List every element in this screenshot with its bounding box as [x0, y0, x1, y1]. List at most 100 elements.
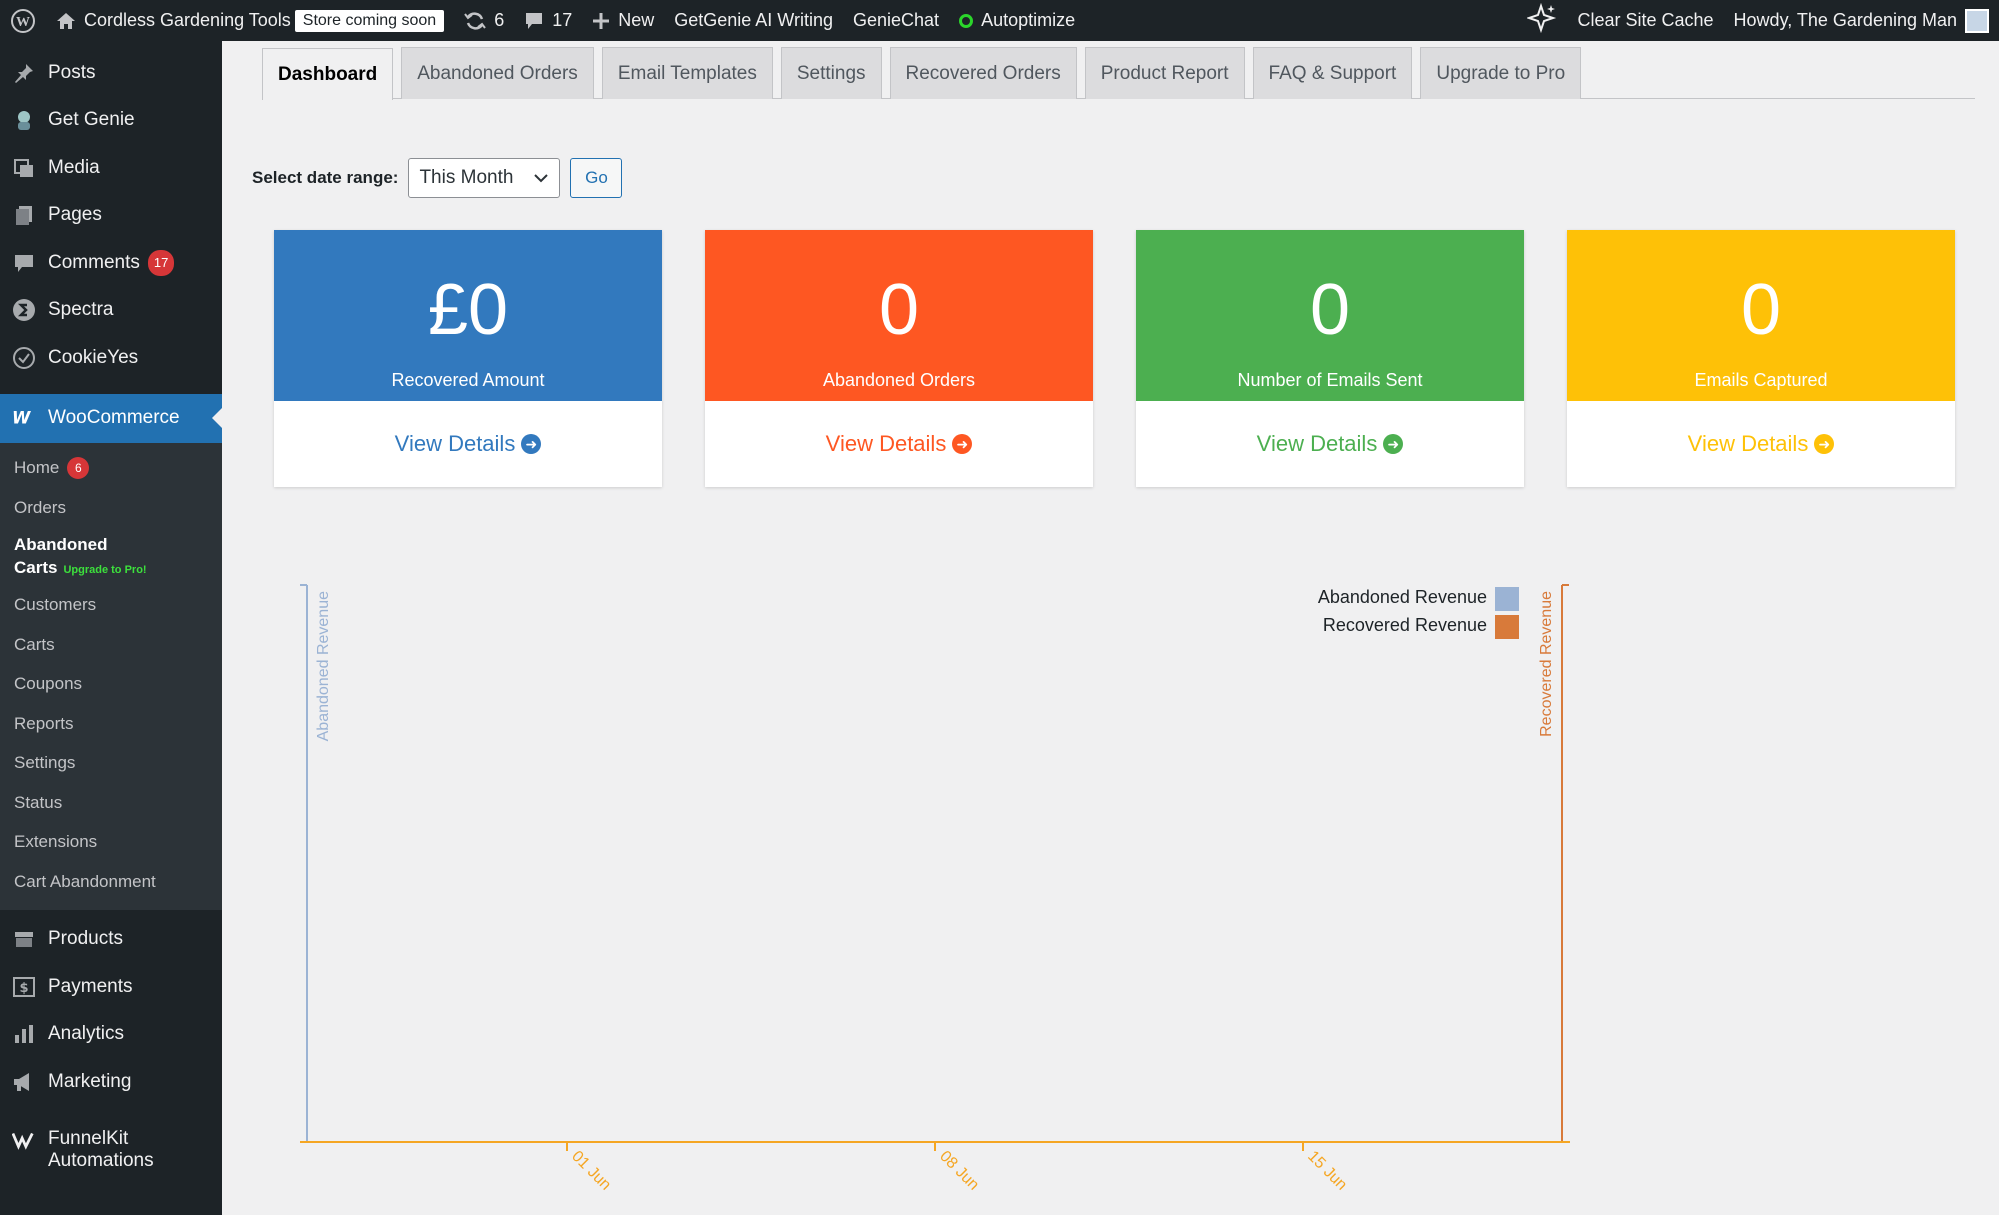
menu-item-payments[interactable]: $ Payments: [0, 963, 222, 1011]
card-recovered-amount: £0 Recovered Amount View Details ➜: [274, 230, 662, 487]
submenu-customers[interactable]: Customers: [0, 586, 222, 626]
card-header: £0 Recovered Amount: [274, 230, 662, 401]
new-content-link[interactable]: New: [582, 0, 664, 41]
menu-item-funnelkit[interactable]: FunnelKit Automations: [0, 1120, 222, 1180]
go-button[interactable]: Go: [570, 158, 623, 198]
tab-product-report[interactable]: Product Report: [1084, 47, 1245, 99]
site-name-link[interactable]: Cordless Gardening Tools Store coming so…: [46, 0, 454, 41]
view-details-link[interactable]: View Details ➜: [705, 401, 1093, 487]
clear-cache-link[interactable]: Clear Site Cache: [1567, 0, 1723, 41]
refresh-icon: [464, 11, 486, 31]
status-ring-icon: [959, 13, 974, 28]
submenu-label: Settings: [14, 753, 76, 773]
arrow-circle-right-icon: ➜: [952, 434, 973, 454]
date-range-value: This Month: [419, 167, 514, 188]
submenu-carts[interactable]: Carts: [0, 625, 222, 665]
menu-item-pages[interactable]: Pages: [0, 192, 222, 240]
comments-link[interactable]: 17: [514, 0, 582, 41]
tab-faq-support[interactable]: FAQ & Support: [1252, 47, 1413, 99]
card-header: 0 Emails Captured: [1567, 230, 1955, 401]
x-axis-ticks: 01 Jun 08 Jun 15 Jun: [566, 1142, 1350, 1194]
tab-recovered-orders[interactable]: Recovered Orders: [889, 47, 1077, 99]
submenu-orders[interactable]: Orders: [0, 488, 222, 528]
date-range-select[interactable]: This Month: [408, 158, 561, 198]
submenu-status[interactable]: Status: [0, 783, 222, 823]
view-details-label: View Details: [1687, 431, 1809, 456]
admin-bar: W Cordless Gardening Tools Store coming …: [0, 0, 1999, 41]
view-details-label: View Details: [394, 431, 516, 456]
menu-label: Comments: [48, 251, 140, 273]
card-label: Emails Captured: [1694, 370, 1828, 390]
tab-dashboard[interactable]: Dashboard: [262, 48, 394, 100]
submenu-coupons[interactable]: Coupons: [0, 665, 222, 705]
menu-item-analytics[interactable]: Analytics: [0, 1011, 222, 1059]
tab-abandoned-orders[interactable]: Abandoned Orders: [401, 47, 594, 99]
submenu-abandoned-carts[interactable]: Abandoned Carts Upgrade to Pro!: [0, 528, 222, 586]
chevron-down-icon: [533, 167, 549, 189]
main-content: Dashboard Abandoned Orders Email Templat…: [222, 41, 1999, 1215]
tab-email-templates[interactable]: Email Templates: [601, 47, 773, 99]
menu-item-cookieyes[interactable]: CookieYes: [0, 334, 222, 382]
media-icon: [12, 156, 36, 180]
howdy-label: Howdy, The Gardening Man: [1733, 10, 1957, 30]
tab-settings[interactable]: Settings: [780, 47, 882, 99]
legend-label-abandoned: Abandoned Revenue: [1318, 587, 1487, 607]
wordpress-logo[interactable]: W: [0, 0, 46, 41]
legend-swatch-recovered: [1495, 615, 1519, 639]
arrow-circle-right-icon: ➜: [521, 434, 542, 454]
submenu-label: Home: [14, 458, 60, 478]
menu-item-get-genie[interactable]: Get Genie: [0, 97, 222, 145]
pages-icon: [12, 203, 36, 227]
view-details-link[interactable]: View Details ➜: [274, 401, 662, 487]
x-tick-label: 15 Jun: [1304, 1148, 1350, 1194]
new-label: New: [618, 10, 655, 30]
comment-bubble-icon: [524, 11, 544, 31]
autoptimize-link[interactable]: Autoptimize: [949, 0, 1085, 41]
store-status-badge[interactable]: Store coming soon: [294, 9, 445, 32]
menu-item-products[interactable]: Products: [0, 916, 222, 964]
menu-label: WooCommerce: [48, 407, 180, 428]
menu-item-media[interactable]: Media: [0, 144, 222, 192]
card-value: £0: [427, 270, 509, 350]
site-name: Cordless Gardening Tools: [84, 10, 291, 30]
card-emails-sent: 0 Number of Emails Sent View Details ➜: [1136, 230, 1524, 487]
geniechat-link[interactable]: GenieChat: [843, 0, 949, 41]
right-y-axis-label: Recovered Revenue: [1538, 591, 1555, 737]
submenu-label: Status: [14, 792, 63, 812]
spectra-icon: [12, 298, 36, 322]
card-label: Recovered Amount: [391, 370, 545, 390]
view-details-link[interactable]: View Details ➜: [1567, 401, 1955, 487]
products-icon: [12, 927, 36, 951]
menu-item-posts[interactable]: Posts: [0, 49, 222, 97]
left-y-axis-label: Abandoned Revenue: [315, 591, 332, 741]
tab-upgrade-to-pro[interactable]: Upgrade to Pro: [1420, 47, 1582, 99]
woocommerce-icon: W: [12, 406, 36, 430]
getgenie-link[interactable]: GetGenie AI Writing: [664, 0, 843, 41]
submenu-cart-abandonment[interactable]: Cart Abandonment: [0, 862, 222, 902]
menu-item-comments[interactable]: Comments 17: [0, 239, 222, 287]
card-emails-captured: 0 Emails Captured View Details ➜: [1567, 230, 1955, 487]
geniechat-label: GenieChat: [853, 10, 940, 30]
legend-label-recovered: Recovered Revenue: [1323, 615, 1487, 635]
menu-label: Pages: [48, 204, 102, 226]
analytics-icon: [12, 1022, 36, 1046]
submenu-reports[interactable]: Reports: [0, 704, 222, 744]
submenu-extensions[interactable]: Extensions: [0, 823, 222, 863]
view-details-link[interactable]: View Details ➜: [1136, 401, 1524, 487]
pin-icon: [12, 61, 36, 85]
menu-item-woocommerce[interactable]: W WooCommerce: [0, 393, 222, 443]
my-account-link[interactable]: Howdy, The Gardening Man: [1724, 0, 1999, 41]
card-header: 0 Abandoned Orders: [705, 230, 1093, 401]
updates-link[interactable]: 6: [454, 0, 514, 41]
upgrade-pro-label[interactable]: Upgrade to Pro!: [63, 564, 146, 576]
ai-sparkle-link[interactable]: [1517, 0, 1567, 41]
menu-label: CookieYes: [48, 346, 139, 368]
woocommerce-submenu: Home 6 Orders Abandoned Carts Upgrade to …: [0, 442, 222, 910]
menu-item-spectra[interactable]: Spectra: [0, 287, 222, 335]
x-tick-label: 08 Jun: [936, 1148, 982, 1194]
menu-item-marketing[interactable]: Marketing: [0, 1058, 222, 1106]
submenu-settings[interactable]: Settings: [0, 744, 222, 784]
view-details-label: View Details: [1256, 431, 1378, 456]
submenu-label: Orders: [14, 497, 66, 517]
submenu-home[interactable]: Home 6: [0, 449, 222, 489]
